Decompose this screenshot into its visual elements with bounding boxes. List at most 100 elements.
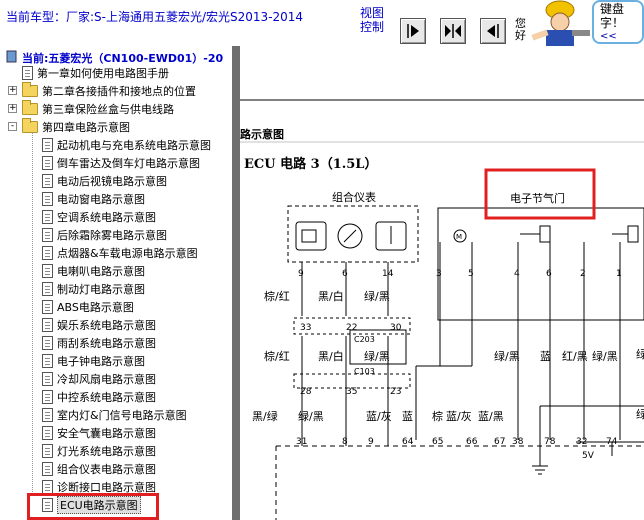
wire-color-label: 棕 <box>432 409 443 423</box>
document-icon <box>42 408 53 422</box>
connector-pin: 35 <box>346 387 357 397</box>
circuit-diagram-view: 路示意图 ECU 电路 3（1.5L） 组合仪表 M 电子节气门 9 6 14 … <box>240 46 644 520</box>
arrow-right-icon <box>407 24 419 38</box>
wire-color-label: 绿/黑 <box>494 349 520 363</box>
document-icon <box>42 228 53 242</box>
expand-icon[interactable]: + <box>8 104 17 113</box>
tree-item-label: 电动后视镜电路示意图 <box>57 175 167 188</box>
connector-pin: 28 <box>300 387 312 397</box>
wire-color-label: 蓝 <box>540 350 551 363</box>
document-icon <box>42 354 53 368</box>
tree-item[interactable]: 娱乐系统电路示意图 <box>42 316 156 334</box>
next-page-button[interactable] <box>400 18 426 44</box>
pin-number: 6 <box>342 269 348 279</box>
pin-number: 64 <box>402 437 414 447</box>
pin-number: 74 <box>606 437 618 447</box>
tree-item[interactable]: 第一章如何使用电路图手册 <box>22 64 169 82</box>
wire-color-label: 红/黑 <box>562 350 588 363</box>
pin-number: 78 <box>544 437 556 447</box>
document-icon <box>42 390 53 404</box>
tree-item[interactable]: 制动灯电路示意图 <box>42 280 145 298</box>
tree-item-label: 灯光系统电路示意图 <box>57 445 156 458</box>
connector-pin: 23 <box>390 387 401 397</box>
tree-item[interactable]: 空调系统电路示意图 <box>42 208 156 226</box>
wire-color-label: 蓝/灰 <box>366 409 392 423</box>
tree-item[interactable]: 安全气囊电路示意图 <box>42 424 156 442</box>
wire-color-label: 蓝/灰 <box>446 409 472 423</box>
tree-item[interactable]: + 第三章保险丝盒与供电线路 <box>8 100 174 118</box>
pin-number: 2 <box>580 269 586 279</box>
pin-number: 5 <box>468 269 474 279</box>
tree-item[interactable]: ABS电路示意图 <box>42 298 134 316</box>
tree-item[interactable]: 倒车雷达及倒车灯电路示意图 <box>42 154 200 172</box>
tree-item[interactable]: + 第二章各接插件和接地点的位置 <box>8 82 196 100</box>
wire-color-label: 绿/黑 <box>592 349 618 363</box>
pin-number: 3 <box>436 269 442 279</box>
document-icon <box>42 426 53 440</box>
bubble-more-link[interactable]: << <box>600 30 642 44</box>
expand-icon[interactable]: + <box>8 86 17 95</box>
fit-page-button[interactable] <box>440 18 466 44</box>
tree-item[interactable]: 电动后视镜电路示意图 <box>42 172 167 190</box>
tree-item-label: 制动灯电路示意图 <box>57 283 145 296</box>
tree-item[interactable]: 冷却风扇电路示意图 <box>42 370 156 388</box>
wire-color-label: 绿 <box>636 347 644 361</box>
arrow-left-icon <box>487 24 499 38</box>
tree-item-label: 空调系统电路示意图 <box>57 211 156 224</box>
tree-item[interactable]: 电子钟电路示意图 <box>42 352 145 370</box>
pin-number: 38 <box>512 437 524 447</box>
document-icon <box>42 246 53 260</box>
ecu-circuit-diagram: 路示意图 ECU 电路 3（1.5L） 组合仪表 M 电子节气门 9 6 14 … <box>240 99 644 520</box>
document-icon <box>42 300 53 314</box>
current-vehicle-label: 当前车型：厂家:S-上海通用五菱宏光/宏光S2013-2014 <box>6 10 304 24</box>
cluster-label: 组合仪表 <box>332 190 376 204</box>
panel-splitter[interactable] <box>232 46 240 520</box>
tree-item[interactable]: 起动机电与充电系统电路示意图 <box>42 136 211 154</box>
svg-text:M: M <box>456 233 462 241</box>
wire-color-label: 黑/白 <box>318 349 344 363</box>
document-icon <box>42 174 53 188</box>
tree-item[interactable]: 中控系统电路示意图 <box>42 388 156 406</box>
collapse-icon[interactable]: - <box>8 122 17 131</box>
pin-number: 1 <box>616 269 622 279</box>
bubble-line2: 字！ <box>600 16 625 30</box>
throttle-label: 电子节气门 <box>510 191 565 205</box>
tree-item-label: 冷却风扇电路示意图 <box>57 373 156 386</box>
tree-item[interactable]: 后除霜除雾电路示意图 <box>42 226 167 244</box>
tree-item[interactable]: 灯光系统电路示意图 <box>42 442 156 460</box>
tree-item-label: 点烟器&车载电源电路示意图 <box>57 247 198 260</box>
folder-icon <box>22 118 38 133</box>
pin-number: 4 <box>514 269 520 279</box>
worker-mascot-icon <box>531 0 590 46</box>
tree-item[interactable]: 雨刮系统电路示意图 <box>42 334 156 352</box>
tree-item[interactable]: 组合仪表电路示意图 <box>42 460 156 478</box>
tree-item-label: 第三章保险丝盒与供电线路 <box>42 103 174 116</box>
prev-page-button[interactable] <box>480 18 506 44</box>
tree-item[interactable]: 室内灯&门信号电路示意图 <box>42 406 187 424</box>
document-icon <box>42 210 53 224</box>
tree-item-label: 电动窗电路示意图 <box>57 193 145 206</box>
pin-number: 14 <box>382 269 394 279</box>
wire-color-label: 绿/黑 <box>364 289 390 303</box>
tree-item[interactable]: 电喇叭电路示意图 <box>42 262 145 280</box>
pin-number: 9 <box>368 437 374 447</box>
pin-number: 8 <box>342 437 348 447</box>
document-icon <box>42 192 53 206</box>
tree-item-label: 第二章各接插件和接地点的位置 <box>42 85 196 98</box>
tree-item-label: 电子钟电路示意图 <box>57 355 145 368</box>
tree-item[interactable]: 点烟器&车载电源电路示意图 <box>42 244 198 262</box>
document-icon <box>42 480 53 494</box>
tree-item[interactable]: - 第四章电路示意图 <box>8 118 130 136</box>
mascot-image <box>526 0 594 46</box>
tree-item-label: 中控系统电路示意图 <box>57 391 156 404</box>
document-icon <box>42 372 53 386</box>
tree-item[interactable]: 电动窗电路示意图 <box>42 190 145 208</box>
car-root-icon <box>6 48 18 63</box>
wire-color-label: 绿/黑 <box>298 409 324 423</box>
selected-item-highlight <box>27 493 159 520</box>
document-icon <box>42 318 53 332</box>
wire-color-label: 蓝/黑 <box>478 410 504 423</box>
connector-pin: 33 <box>300 323 311 333</box>
document-icon <box>42 462 53 476</box>
tree-item-label: 电喇叭电路示意图 <box>57 265 145 278</box>
